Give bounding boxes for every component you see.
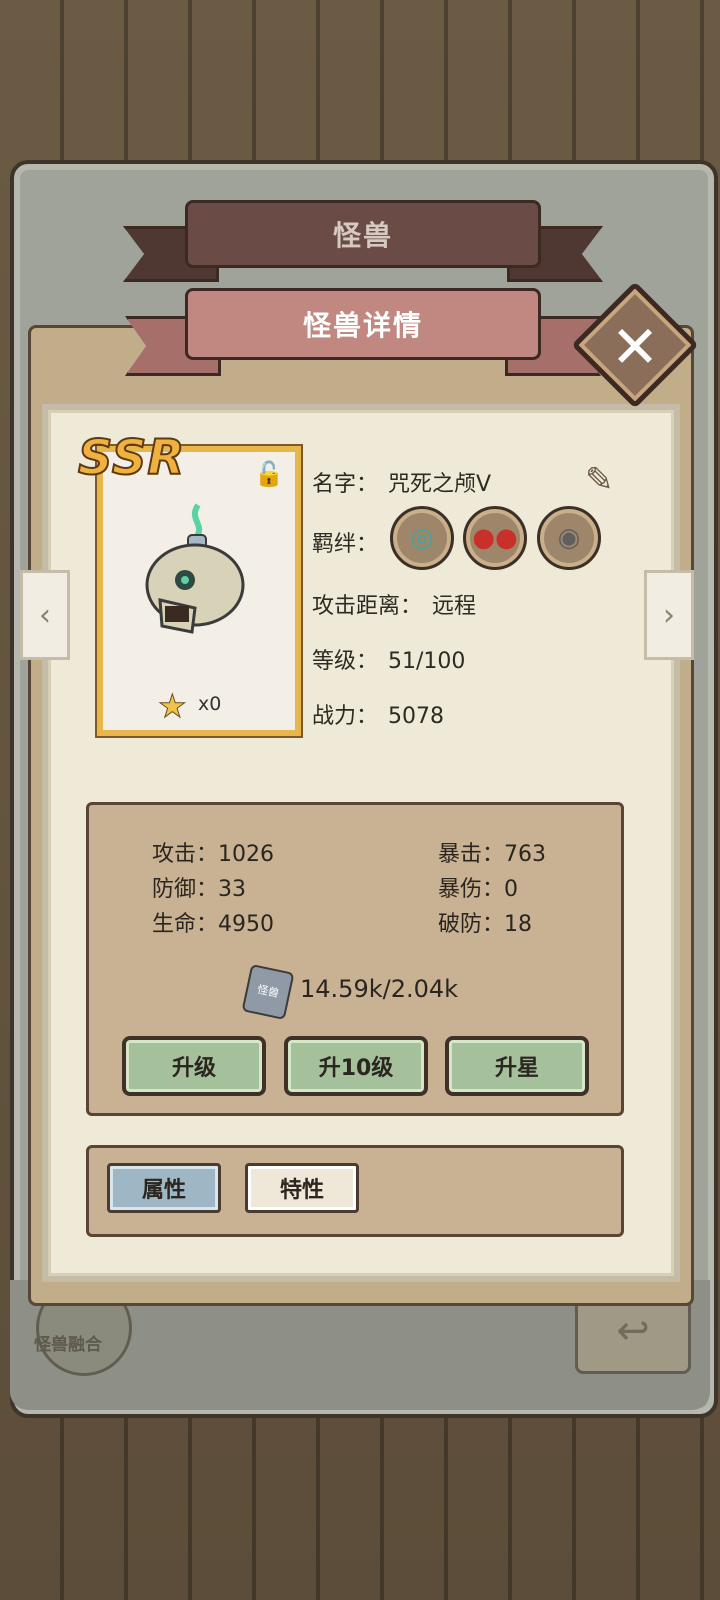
spiral-icon: ◎ bbox=[410, 523, 434, 553]
skull-monster-image bbox=[145, 503, 245, 634]
prev-monster-button[interactable]: ‹ bbox=[20, 570, 70, 660]
stat-crit-damage: 暴伤：0 bbox=[438, 877, 518, 902]
tab-attributes[interactable]: 属性 bbox=[107, 1163, 221, 1213]
category-title: 怪兽 bbox=[185, 200, 541, 268]
name-row: 名字： 咒死之颅Ⅴ bbox=[312, 466, 491, 498]
level-value: 51/100 bbox=[388, 649, 466, 674]
bond-icon-2[interactable]: ●● bbox=[463, 506, 527, 570]
tab-traits[interactable]: 特性 bbox=[245, 1163, 359, 1213]
stat-armor-break: 破防：18 bbox=[438, 912, 532, 937]
chevron-left-icon: ‹ bbox=[39, 597, 51, 633]
power-row: 战力： 5078 bbox=[312, 698, 444, 730]
bond-icon-3[interactable]: ◉ bbox=[537, 506, 601, 570]
power-value: 5078 bbox=[388, 704, 445, 729]
edit-pencil-icon[interactable]: ✎ bbox=[585, 460, 623, 500]
bond-icon-1[interactable]: ◎ bbox=[390, 506, 454, 570]
star-icon: ★ bbox=[158, 687, 188, 726]
bond-label: 羁绊： bbox=[312, 532, 379, 557]
range-label: 攻击距离： bbox=[312, 594, 423, 619]
rarity-badge: SSR bbox=[77, 429, 186, 487]
name-value: 咒死之颅Ⅴ bbox=[388, 472, 492, 497]
power-label: 战力： bbox=[312, 704, 379, 729]
stat-attack: 攻击：1026 bbox=[152, 842, 274, 867]
level-label: 等级： bbox=[312, 649, 379, 674]
stat-hp: 生命：4950 bbox=[152, 912, 274, 937]
range-row: 攻击距离： 远程 bbox=[312, 588, 476, 620]
stat-crit: 暴击：763 bbox=[438, 842, 546, 867]
next-monster-button[interactable]: › bbox=[644, 570, 694, 660]
level-row: 等级： 51/100 bbox=[312, 643, 465, 675]
red-eyes-icon: ●● bbox=[472, 523, 518, 553]
page-title: 怪兽详情 bbox=[185, 288, 541, 360]
upgrade-10-button[interactable]: 升10级 bbox=[284, 1036, 428, 1096]
name-label: 名字： bbox=[312, 472, 379, 497]
stat-defense: 防御：33 bbox=[152, 877, 246, 902]
star-up-button[interactable]: 升星 bbox=[445, 1036, 589, 1096]
star-count: x0 bbox=[198, 693, 222, 715]
upgrade-button[interactable]: 升级 bbox=[122, 1036, 266, 1096]
range-value: 远程 bbox=[432, 594, 477, 619]
close-icon[interactable]: ✕ bbox=[593, 305, 677, 389]
back-arrow-icon: ↩ bbox=[616, 1308, 650, 1354]
rings-icon: ◉ bbox=[557, 523, 581, 553]
exp-value: 14.59k/2.04k bbox=[300, 975, 459, 1003]
lock-icon[interactable]: 🔓 bbox=[254, 460, 284, 490]
fusion-label: 怪兽融合 bbox=[34, 1335, 102, 1355]
chevron-right-icon: › bbox=[663, 597, 675, 633]
